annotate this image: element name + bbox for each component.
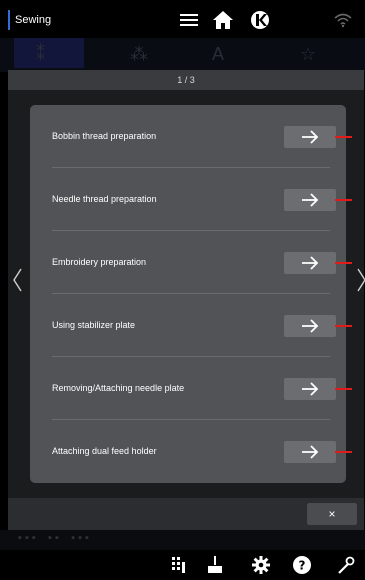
- ghost-tab-icon: ⁑: [36, 44, 45, 64]
- list-item-label: Attaching dual feed holder: [52, 446, 157, 456]
- list-item-label: Using stabilizer plate: [52, 320, 136, 330]
- page-indicator: 1 / 3: [8, 70, 364, 90]
- go-button[interactable]: [284, 441, 336, 463]
- pointer-line: [335, 325, 352, 327]
- go-button[interactable]: [284, 315, 336, 337]
- arrow-right-icon: [302, 319, 319, 333]
- ghost-tab-icon: A: [212, 44, 225, 64]
- guide-list: Bobbin thread preparation Needle thread …: [30, 105, 352, 483]
- go-button[interactable]: [284, 378, 336, 400]
- list-item-label: Removing/Attaching needle plate: [52, 383, 185, 393]
- bottom-toolbar: ?: [0, 550, 365, 580]
- go-button[interactable]: [284, 189, 336, 211]
- list-item-embroidery[interactable]: Embroidery preparation: [30, 231, 352, 294]
- settings-icon[interactable]: [251, 555, 271, 575]
- top-status-bar: Sewing: [0, 0, 365, 38]
- go-button[interactable]: [284, 252, 336, 274]
- list-item-label: Bobbin thread preparation: [52, 131, 157, 141]
- pointer-line: [335, 262, 352, 264]
- svg-text:?: ?: [299, 559, 306, 573]
- arrow-right-icon: [302, 382, 319, 396]
- mode-label[interactable]: Sewing: [8, 10, 51, 30]
- list-item-stabilizer-plate[interactable]: Using stabilizer plate: [30, 294, 352, 357]
- pointer-line: [335, 199, 352, 201]
- guide-dialog: 1 / 3 Bobbin thread preparation Needle t…: [8, 70, 365, 530]
- list-item-label: Embroidery preparation: [52, 257, 147, 267]
- ghost-tab-icon: ☆: [300, 44, 317, 64]
- pointer-line: [335, 136, 352, 138]
- go-button[interactable]: [284, 126, 336, 148]
- help-icon[interactable]: ?: [292, 555, 312, 575]
- pointer-line: [335, 388, 352, 390]
- ghost-tab-icon: ⁂: [130, 44, 148, 64]
- background-tabs: ⁑ ⁂ A ☆: [0, 38, 365, 72]
- list-item-bobbin-thread[interactable]: Bobbin thread preparation: [30, 105, 352, 168]
- needle-icon[interactable]: [205, 555, 225, 575]
- pointer-line: [335, 451, 352, 453]
- previous-page-button[interactable]: [10, 266, 26, 294]
- list-item-needle-thread[interactable]: Needle thread preparation: [30, 168, 352, 231]
- list-item-needle-plate[interactable]: Removing/Attaching needle plate: [30, 357, 352, 420]
- ghost-content: ▪ ▪ ▪ ▪ ▪ ▪ ▪ ▪: [18, 532, 89, 544]
- menu-icon[interactable]: [178, 9, 200, 31]
- arrow-right-icon: [302, 256, 319, 270]
- home-icon[interactable]: [212, 9, 234, 31]
- dialog-footer: ×: [8, 498, 364, 530]
- arrow-right-icon: [302, 193, 319, 207]
- stitch-pattern-icon[interactable]: [169, 555, 189, 575]
- arrow-right-icon: [302, 130, 319, 144]
- brand-logo-icon[interactable]: [249, 9, 271, 31]
- close-button[interactable]: ×: [307, 503, 357, 525]
- next-page-button[interactable]: [353, 266, 365, 294]
- background-content: ▪ ▪ ▪ ▪ ▪ ▪ ▪ ▪: [0, 530, 365, 550]
- arrow-right-icon: [302, 445, 319, 459]
- list-item-label: Needle thread preparation: [52, 194, 157, 204]
- background-tab-selected: [14, 38, 84, 68]
- wifi-icon: [334, 12, 352, 28]
- tools-icon[interactable]: [336, 555, 356, 575]
- list-item-dual-feed-holder[interactable]: Attaching dual feed holder: [30, 420, 352, 483]
